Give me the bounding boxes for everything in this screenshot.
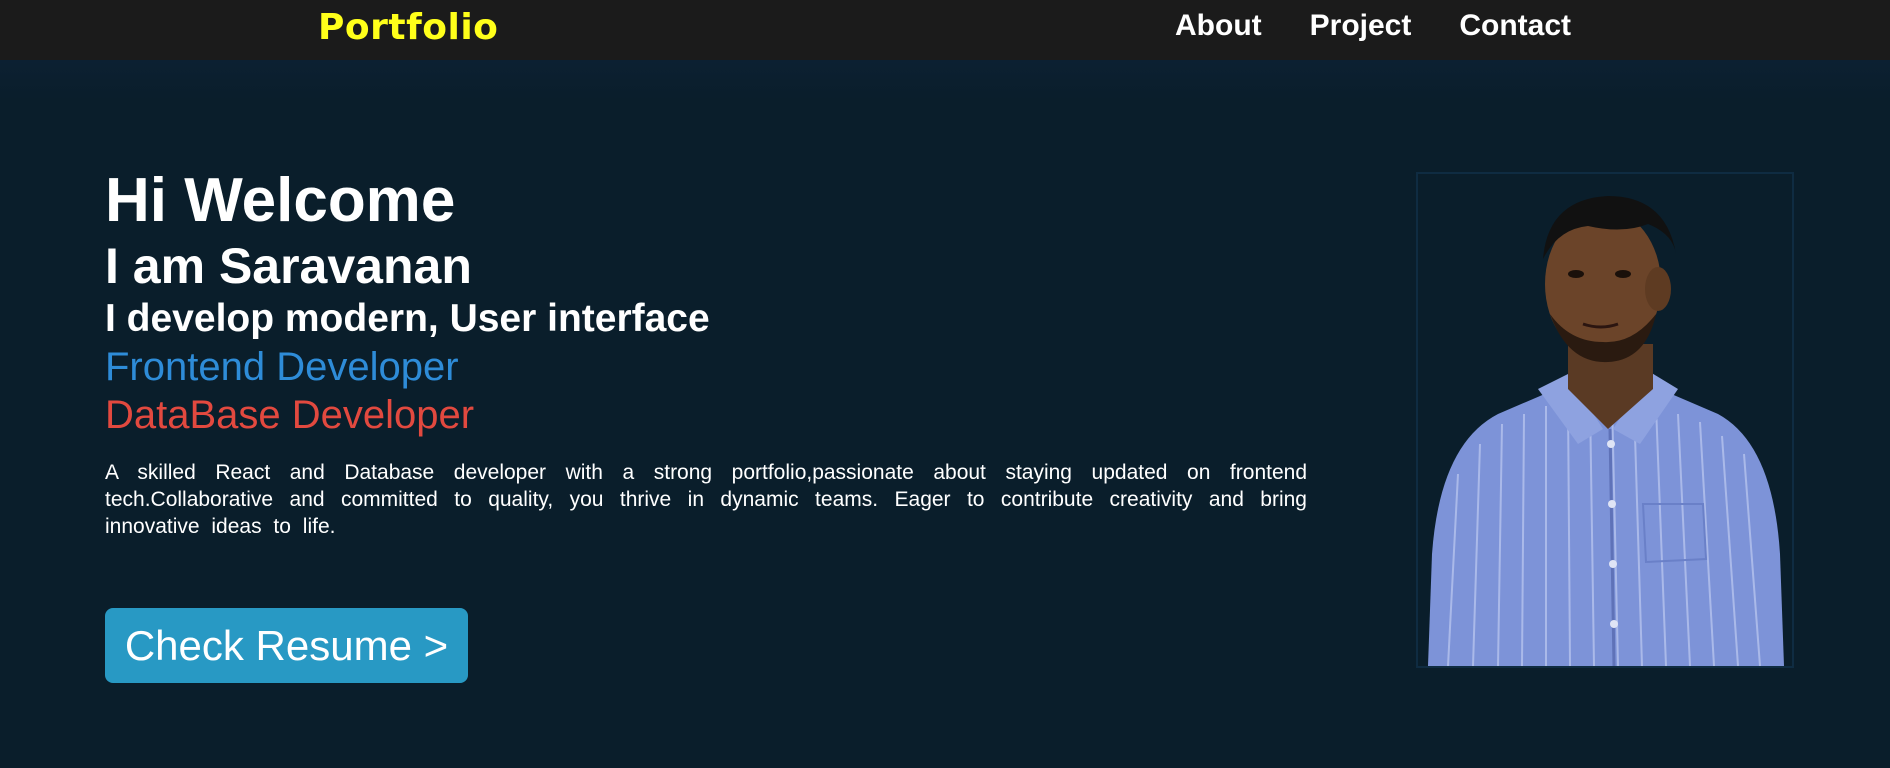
hero-greeting: Hi Welcome — [105, 166, 456, 235]
nav-links: About Project Contact — [1175, 8, 1571, 44]
hero-name: I am Saravanan — [105, 238, 472, 294]
profile-photo — [1416, 172, 1794, 668]
role-database: DataBase Developer — [105, 393, 475, 437]
portrait-illustration — [1428, 196, 1784, 666]
hero-bio: A skilled React and Database developer w… — [105, 461, 1307, 538]
nav-link-project[interactable]: Project — [1310, 8, 1412, 44]
check-resume-button[interactable]: Check Resume > — [105, 608, 468, 683]
hero-section: Hi Welcome I am Saravanan I develop mode… — [105, 165, 1307, 561]
role-frontend: Frontend Developer — [105, 345, 459, 389]
brand-logo[interactable]: Portfolio — [318, 6, 498, 50]
hero-top-fade — [0, 60, 1890, 100]
nav-link-contact[interactable]: Contact — [1459, 8, 1571, 44]
top-navbar: Portfolio About Project Contact — [0, 0, 1890, 60]
nav-link-about[interactable]: About — [1175, 8, 1262, 44]
hero-tagline: I develop modern, User interface — [105, 297, 710, 340]
